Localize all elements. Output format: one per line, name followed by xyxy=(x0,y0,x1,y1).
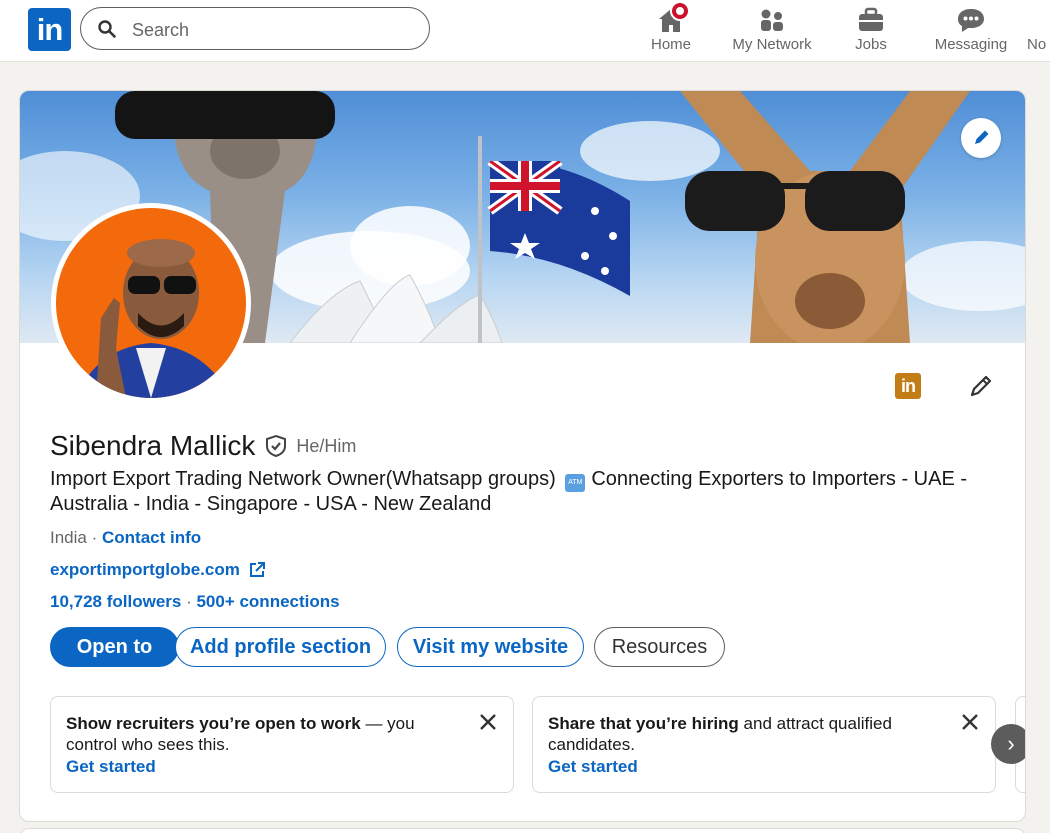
close-icon[interactable] xyxy=(961,713,979,731)
open-to-work-promo: Show recruiters you’re open to work — yo… xyxy=(50,696,514,793)
promo-text: Show recruiters you’re open to work — yo… xyxy=(66,713,456,755)
network-stats: 10,728 followers · 500+ connections xyxy=(50,592,340,612)
search-placeholder: Search xyxy=(132,20,190,40)
nav-my-network[interactable]: My Network xyxy=(726,0,818,62)
get-started-link[interactable]: Get started xyxy=(548,757,638,777)
profile-headline: Import Export Trading Network Owner(What… xyxy=(50,467,990,517)
atm-emoji-icon: ATM xyxy=(565,474,586,492)
search-icon xyxy=(98,20,116,38)
nav-my-network-label: My Network xyxy=(732,36,812,53)
home-icon xyxy=(656,1,690,34)
nav-jobs[interactable]: Jobs xyxy=(841,0,901,62)
linkedin-logo[interactable]: in xyxy=(28,8,71,51)
nav-jobs-label: Jobs xyxy=(855,36,887,53)
website-link[interactable]: exportimportglobe.com xyxy=(50,560,240,580)
linkedin-brand-icon: in xyxy=(895,373,921,399)
australian-flag-illustration xyxy=(487,161,630,296)
top-nav: in Search Home My Network Jobs Messaging… xyxy=(0,0,1050,62)
nav-messaging[interactable]: Messaging xyxy=(931,0,1011,62)
nav-notifications[interactable]: No xyxy=(1027,0,1050,62)
location-separator: · xyxy=(86,528,102,547)
nav-messaging-label: Messaging xyxy=(934,36,1008,53)
nav-notifications-label: No xyxy=(1027,36,1047,53)
verified-shield-icon[interactable] xyxy=(264,434,288,458)
external-link-icon[interactable] xyxy=(248,561,266,579)
briefcase-icon xyxy=(856,6,886,34)
resources-button[interactable]: Resources xyxy=(594,627,725,667)
visit-website-button[interactable]: Visit my website xyxy=(397,627,584,667)
close-icon[interactable] xyxy=(479,713,497,731)
search-input[interactable]: Search xyxy=(80,7,430,50)
stats-separator: · xyxy=(181,592,197,611)
promo-bold: Share that you’re hiring xyxy=(548,714,739,733)
website-row: exportimportglobe.com xyxy=(50,560,266,580)
notification-dot xyxy=(670,1,690,21)
pencil-icon xyxy=(975,130,989,144)
connections-link[interactable]: 500+ connections xyxy=(196,592,339,611)
kangaroo-illustration xyxy=(680,91,970,343)
chat-icon xyxy=(956,6,986,34)
name-row: Sibendra Mallick He/Him xyxy=(50,430,356,462)
avatar xyxy=(56,208,246,398)
location: India xyxy=(50,528,87,547)
get-started-link[interactable]: Get started xyxy=(66,757,156,777)
next-section-card xyxy=(19,828,1026,833)
profile-card: in Sibendra Mallick He/Him Import Export… xyxy=(19,90,1026,822)
edit-profile-pencil-icon[interactable] xyxy=(966,371,996,401)
people-icon xyxy=(757,6,787,34)
headline-text-1: Import Export Trading Network Owner(What… xyxy=(50,468,556,490)
contact-info-link[interactable]: Contact info xyxy=(102,528,201,547)
profile-photo[interactable] xyxy=(51,203,251,403)
nav-home-label: Home xyxy=(650,36,691,53)
promo-text: Share that you’re hiring and attract qua… xyxy=(548,713,938,755)
bell-icon xyxy=(1027,6,1050,34)
nav-home[interactable]: Home xyxy=(641,0,701,62)
profile-name: Sibendra Mallick xyxy=(50,430,256,461)
edit-banner-button[interactable] xyxy=(961,118,1001,158)
followers-link[interactable]: 10,728 followers xyxy=(50,592,181,611)
carousel-next-button[interactable]: › xyxy=(991,724,1025,764)
promo-bold: Show recruiters you’re open to work xyxy=(66,714,361,733)
add-profile-section-button[interactable]: Add profile section xyxy=(175,627,386,667)
hiring-promo: Share that you’re hiring and attract qua… xyxy=(532,696,996,793)
location-row: India · Contact info xyxy=(50,528,201,548)
pronouns: He/Him xyxy=(296,435,357,456)
open-to-button[interactable]: Open to xyxy=(50,627,179,667)
